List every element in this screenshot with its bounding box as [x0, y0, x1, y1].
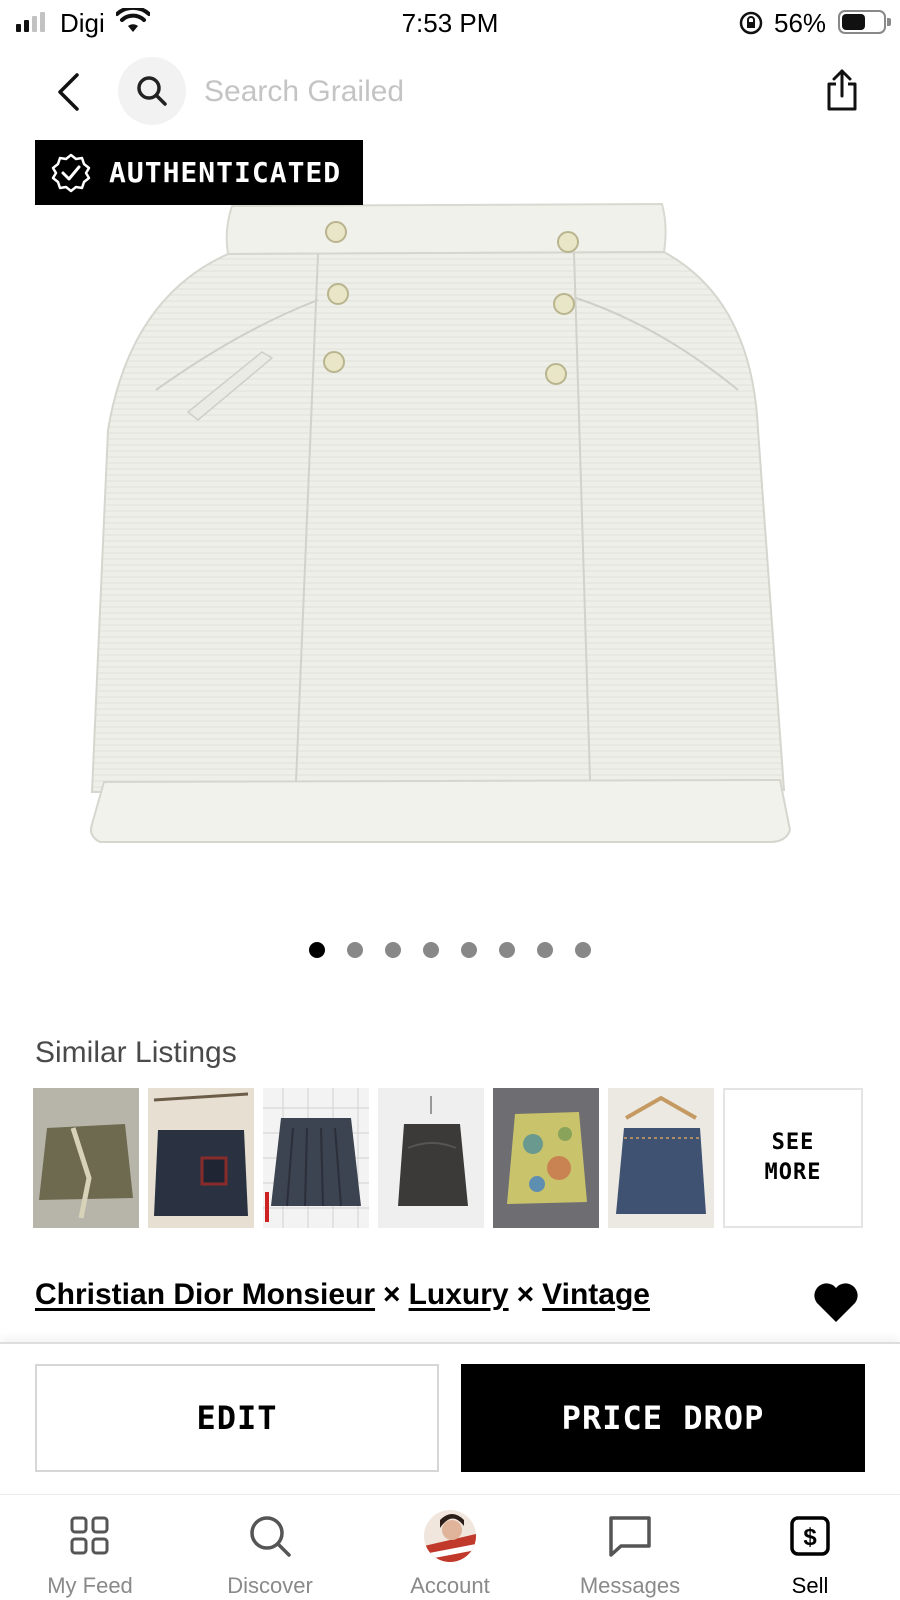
designer-separator: × [516, 1278, 535, 1311]
rotation-lock-icon [738, 10, 764, 41]
similar-listings-title: Similar Listings [35, 1036, 237, 1069]
designer-separator: × [383, 1278, 401, 1311]
tab-label: Account [410, 1573, 490, 1598]
svg-text:$: $ [803, 1524, 817, 1551]
battery-icon [838, 10, 891, 34]
status-bar: Digi 7:53 PM 56% [0, 0, 900, 46]
designer-links: Christian Dior Monsieur × Luxury × Vinta… [35, 1278, 650, 1312]
tab-sell[interactable]: $ Sell [720, 1495, 900, 1600]
designer-link[interactable]: Vintage [542, 1278, 650, 1312]
dollar-tag-icon: $ [789, 1511, 831, 1561]
carousel-dot[interactable] [385, 942, 401, 958]
price-drop-button[interactable]: PRICE DROP [461, 1364, 865, 1472]
carousel-dot[interactable] [499, 942, 515, 958]
image-carousel-dots[interactable] [0, 942, 900, 958]
authenticated-badge: AUTHENTICATED [35, 140, 363, 205]
designer-link[interactable]: Luxury [409, 1278, 509, 1312]
similar-thumb-pleated-skirt[interactable] [263, 1088, 369, 1228]
favorite-button[interactable] [812, 1280, 864, 1326]
carousel-dot[interactable] [309, 942, 325, 958]
tab-label: Sell [791, 1573, 829, 1598]
designer-link[interactable]: Christian Dior Monsieur [35, 1278, 375, 1312]
battery-percent: 56% [774, 8, 827, 38]
clock: 7:53 PM [401, 8, 499, 38]
back-button[interactable] [40, 64, 96, 120]
similar-listings-row: SEE MORE [33, 1088, 863, 1228]
carousel-dot[interactable] [461, 942, 477, 958]
search-icon [248, 1511, 292, 1561]
similar-thumb-khaki-wrap-skirt[interactable] [33, 1088, 139, 1228]
tab-label: Discover [227, 1573, 313, 1598]
grid-icon [69, 1511, 111, 1561]
tab-messages[interactable]: Messages [540, 1495, 720, 1600]
tab-my-feed[interactable]: My Feed [0, 1495, 180, 1600]
tab-label: Messages [579, 1573, 681, 1598]
similar-thumb-dark-denim-skirt[interactable] [148, 1088, 254, 1228]
edit-button[interactable]: EDIT [35, 1364, 439, 1472]
similar-thumb-paisley-skirt[interactable] [493, 1088, 599, 1228]
search-input[interactable] [204, 72, 764, 112]
authenticated-label: AUTHENTICATED [109, 156, 342, 189]
chat-icon [607, 1511, 653, 1561]
similar-thumb-leather-skirt[interactable] [378, 1088, 484, 1228]
tab-bar: My Feed Discover Account Messages $ Sell [0, 1494, 900, 1600]
avatar [424, 1510, 476, 1562]
chevron-left-icon [58, 73, 79, 111]
product-photo[interactable] [0, 130, 900, 910]
share-icon [827, 69, 857, 111]
action-bar: EDIT PRICE DROP [0, 1342, 900, 1492]
see-more-button[interactable]: SEE MORE [723, 1088, 863, 1228]
carousel-dot[interactable] [423, 942, 439, 958]
carousel-dot[interactable] [537, 942, 553, 958]
tab-discover[interactable]: Discover [180, 1495, 360, 1600]
similar-thumb-denim-skirt[interactable] [608, 1088, 714, 1228]
share-button[interactable] [818, 64, 866, 116]
carousel-dot[interactable] [575, 942, 591, 958]
tab-account[interactable]: Account [360, 1495, 540, 1600]
top-nav [0, 50, 900, 132]
search-icon [137, 76, 167, 106]
tab-label: My Feed [47, 1573, 133, 1598]
carousel-dot[interactable] [347, 942, 363, 958]
heart-icon [814, 1283, 858, 1322]
search-button[interactable] [118, 57, 186, 125]
white-skirt-image [90, 202, 792, 843]
verified-check-icon [51, 153, 91, 193]
